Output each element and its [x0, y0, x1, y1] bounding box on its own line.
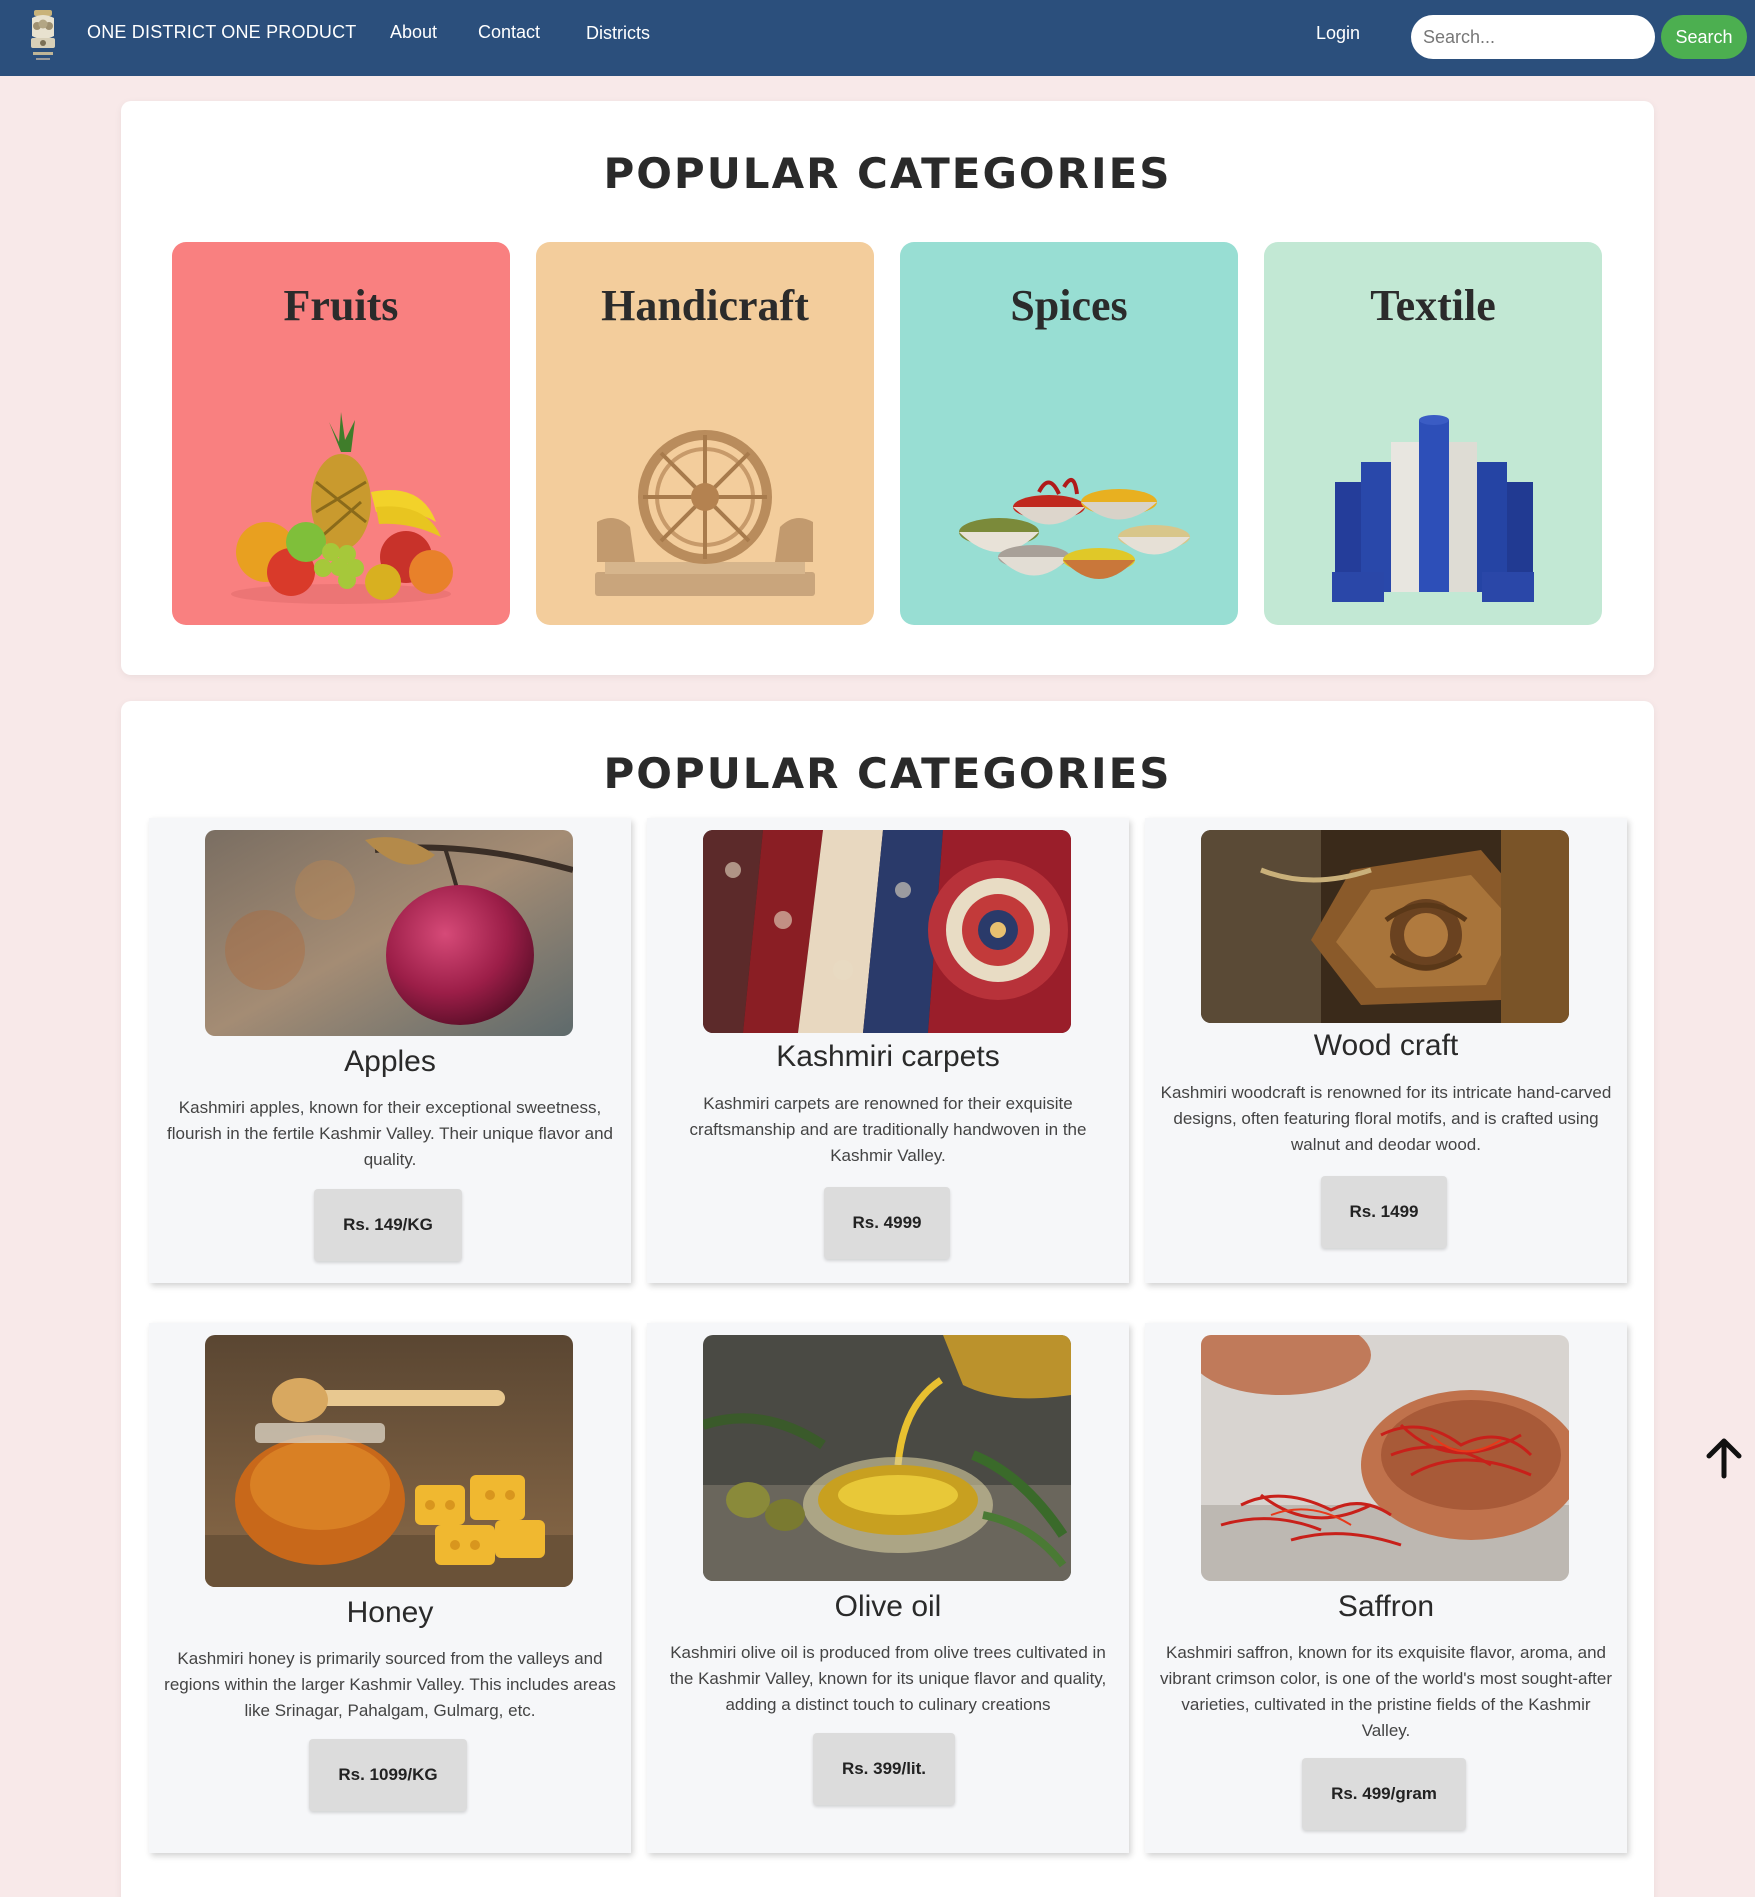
- product-description: Kashmiri olive oil is produced from oliv…: [669, 1643, 1107, 1714]
- price-button[interactable]: Rs. 1099/KG: [309, 1739, 467, 1811]
- search-input[interactable]: [1411, 15, 1655, 59]
- product-name: Apples: [344, 1045, 436, 1078]
- product-card-saffron[interactable]: Saffron Kashmiri saffron, known for its …: [1145, 1323, 1627, 1853]
- spice-bowls-image: [959, 478, 1190, 579]
- category-title: Handicraft: [601, 281, 809, 330]
- product-description: Kashmiri woodcraft is renowned for its i…: [1160, 1083, 1612, 1154]
- product-description: Kashmiri carpets are renowned for their …: [689, 1094, 1087, 1165]
- site-brand[interactable]: ONE DISTRICT ONE PRODUCT: [87, 22, 356, 43]
- nav-link-districts[interactable]: Districts: [586, 23, 650, 44]
- product-description: Kashmiri saffron, known for its exquisit…: [1159, 1643, 1613, 1740]
- product-name: Wood craft: [1313, 1029, 1459, 1062]
- price-button[interactable]: Rs. 1499: [1321, 1176, 1447, 1248]
- product-card-honey[interactable]: Honey Kashmiri honey is primarily source…: [149, 1323, 631, 1853]
- product-name: Honey: [346, 1596, 434, 1629]
- category-title: Fruits: [283, 281, 399, 330]
- fruits-basket-image: [231, 412, 453, 604]
- navbar: ONE DISTRICT ONE PRODUCT About Contact D…: [0, 0, 1755, 76]
- product-name: Kashmiri carpets: [776, 1040, 1000, 1073]
- category-title: Textile: [1370, 281, 1496, 330]
- saffron-image: [1201, 1335, 1569, 1581]
- honey-image: [205, 1335, 573, 1587]
- fabric-rolls-image: [1332, 415, 1534, 602]
- olive-oil-image: [703, 1335, 1071, 1581]
- product-name: Olive oil: [834, 1590, 942, 1623]
- product-card-apples[interactable]: Apples Kashmiri apples, known for their …: [149, 818, 631, 1283]
- product-card-wood-craft[interactable]: Wood craft Kashmiri woodcraft is renowne…: [1145, 818, 1627, 1283]
- categories-section: POPULAR CATEGORIES Fruits Handicraft Spi…: [121, 101, 1654, 675]
- category-card-handicraft[interactable]: Handicraft: [536, 242, 874, 625]
- price-button[interactable]: Rs. 149/KG: [314, 1189, 462, 1261]
- category-card-fruits[interactable]: Fruits: [172, 242, 510, 625]
- wooden-wheel-image: [595, 430, 815, 596]
- product-card-olive-oil[interactable]: Olive oil Kashmiri olive oil is produced…: [647, 1323, 1129, 1853]
- product-name: Saffron: [1337, 1590, 1435, 1623]
- nav-link-contact[interactable]: Contact: [478, 22, 540, 43]
- national-emblem-logo[interactable]: [24, 6, 62, 68]
- product-description: Kashmiri apples, known for their excepti…: [166, 1098, 613, 1169]
- carpets-image: [703, 830, 1071, 1033]
- login-link[interactable]: Login: [1316, 23, 1360, 44]
- product-description: Kashmiri honey is primarily sourced from…: [164, 1649, 616, 1720]
- search-button[interactable]: Search: [1661, 15, 1747, 59]
- products-section: POPULAR CATEGORIES Apples Kashmiri apple…: [121, 701, 1654, 1897]
- arrow-up-icon[interactable]: [1704, 1436, 1744, 1480]
- apple-image: [205, 830, 573, 1036]
- products-section-title: POPULAR CATEGORIES: [603, 749, 1172, 798]
- nav-link-about[interactable]: About: [390, 22, 437, 43]
- price-button[interactable]: Rs. 399/lit.: [813, 1733, 955, 1805]
- wood-craft-image: [1201, 830, 1569, 1023]
- categories-section-title: POPULAR CATEGORIES: [603, 149, 1172, 198]
- category-card-spices[interactable]: Spices: [900, 242, 1238, 625]
- price-button[interactable]: Rs. 499/gram: [1302, 1758, 1466, 1830]
- product-card-kashmiri-carpets[interactable]: Kashmiri carpets Kashmiri carpets are re…: [647, 818, 1129, 1283]
- category-card-textile[interactable]: Textile: [1264, 242, 1602, 625]
- category-title: Spices: [1010, 281, 1128, 330]
- price-button[interactable]: Rs. 4999: [824, 1187, 950, 1259]
